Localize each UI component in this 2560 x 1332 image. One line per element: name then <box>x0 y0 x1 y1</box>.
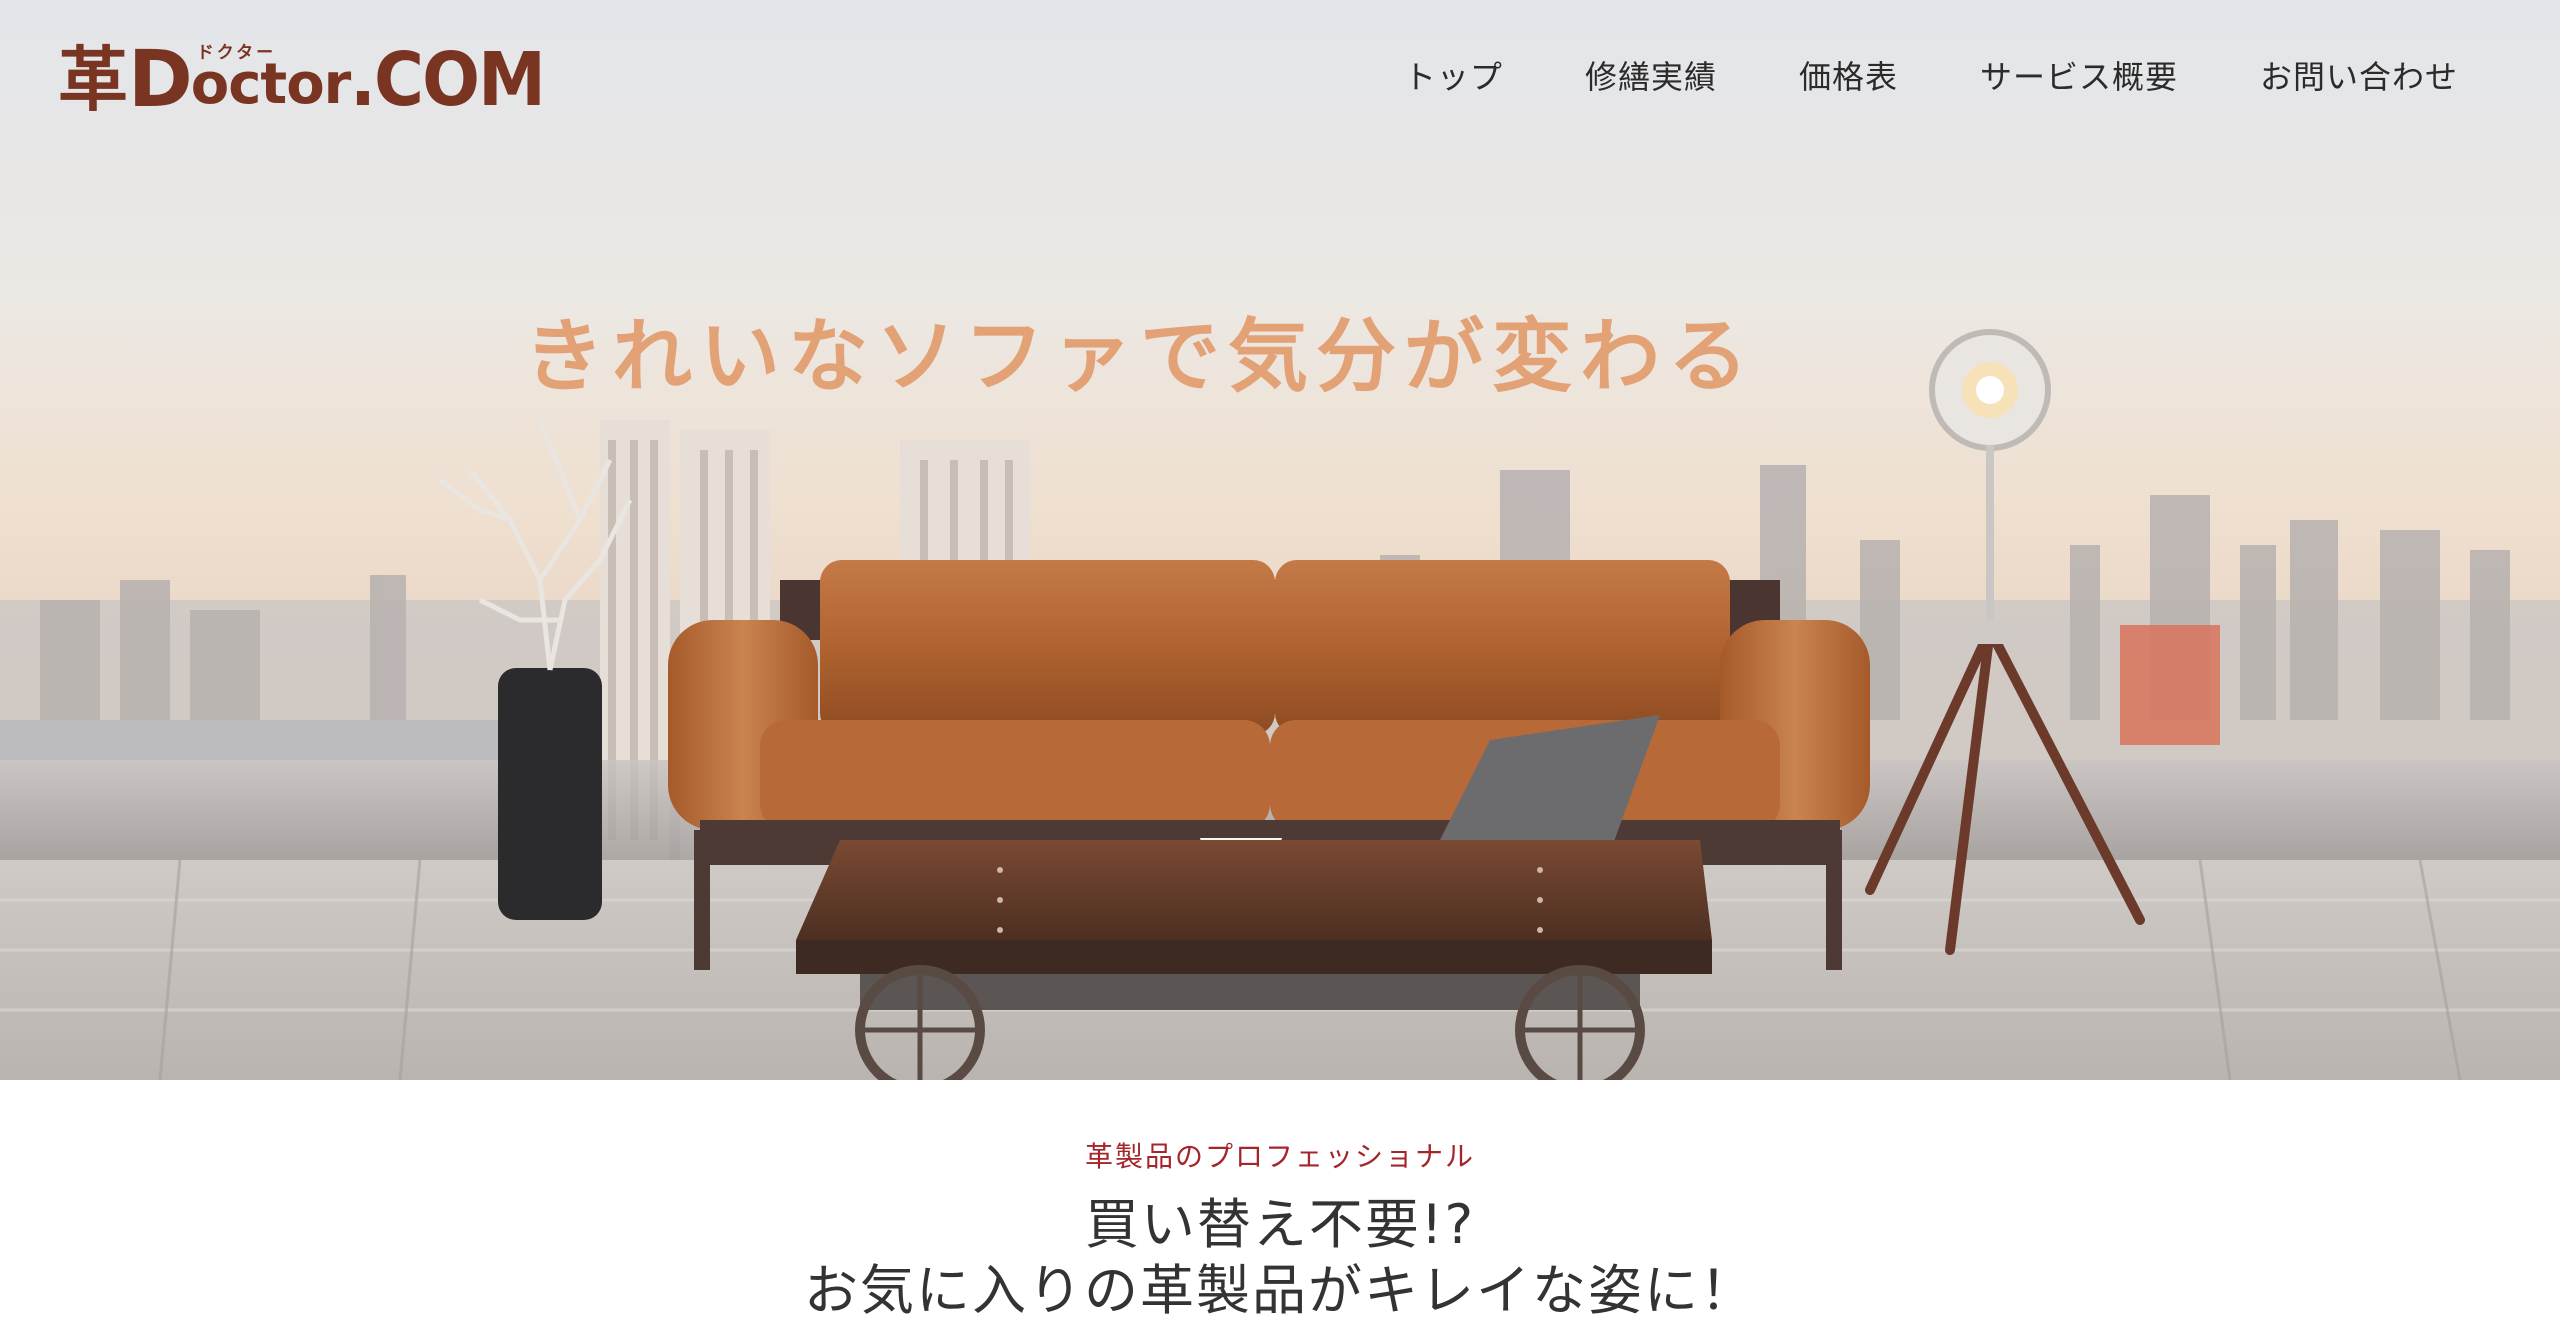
logo-ruby: ドクター <box>196 43 277 63</box>
main-nav: トップ 修繕実績 価格表 サービス概要 お問い合わせ <box>1322 52 2458 98</box>
intro-heading-line-2: お気に入りの革製品がキレイな姿に！ <box>804 1259 1756 1322</box>
logo-octor-group: ドクター octor <box>191 44 352 120</box>
intro-heading-line-1: 買い替え不要!? <box>1084 1193 1476 1256</box>
logo-com: .COM <box>350 37 546 123</box>
nav-item-price-list[interactable]: 価格表 <box>1799 52 1898 98</box>
nav-item-service-overview[interactable]: サービス概要 <box>1980 52 2178 98</box>
page: 革 D ドクター octor .COM トップ 修繕実績 価格表 サービス概要 … <box>0 0 2560 1332</box>
nav-item-top[interactable]: トップ <box>1404 52 1503 98</box>
hero-section: 革 D ドクター octor .COM トップ 修繕実績 価格表 サービス概要 … <box>0 0 2560 1080</box>
hero-photo <box>0 0 2560 1080</box>
nav-item-repair-results[interactable]: 修繕実績 <box>1585 52 1717 98</box>
hero-headline: きれいなソファで気分が変わる <box>524 310 1756 403</box>
logo-letter-d: D <box>128 35 193 125</box>
nav-item-contact[interactable]: お問い合わせ <box>2260 52 2458 98</box>
site-header: 革 D ドクター octor .COM トップ 修繕実績 価格表 サービス概要 … <box>0 0 2560 150</box>
intro-label: 革製品のプロフェッショナル <box>1084 1140 1475 1173</box>
intro-section: 革製品のプロフェッショナル 買い替え不要!? お気に入りの革製品がキレイな姿に！ <box>0 1080 2560 1332</box>
site-logo[interactable]: 革 D ドクター octor .COM <box>58 30 561 120</box>
logo-kanji: 革 <box>58 39 128 121</box>
intro-heading: 買い替え不要!? お気に入りの革製品がキレイな姿に！ <box>0 1192 2560 1324</box>
